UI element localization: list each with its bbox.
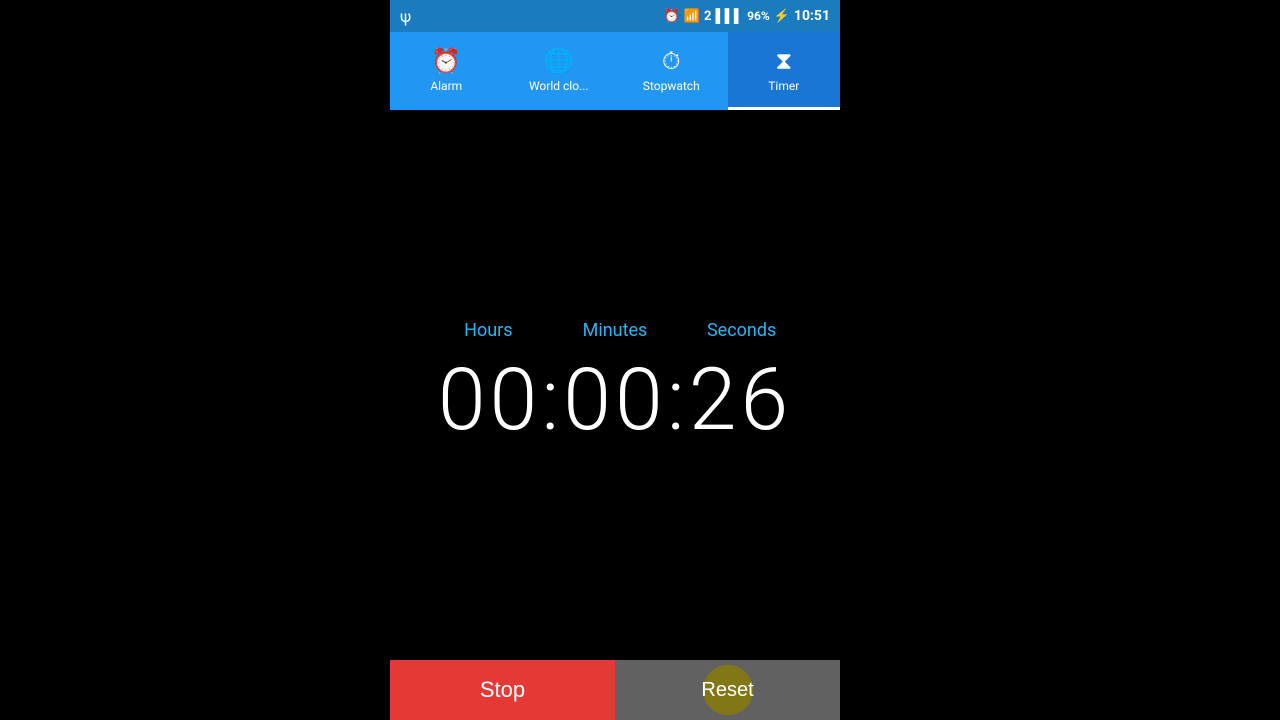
timer-icon: ⧗ [775, 47, 792, 75]
minutes-label: Minutes [565, 320, 665, 341]
phone-container: ψ ⏰ 📶 2 ▌▌▌ 96% ⚡ 10:51 ⏰ Alarm 🌐 World … [390, 0, 840, 720]
reset-label: Reset [701, 679, 753, 702]
stopwatch-label: Stopwatch [643, 79, 700, 93]
hours-label: Hours [438, 320, 538, 341]
alarm-icon: ⏰ [431, 47, 461, 75]
tab-bar: ⏰ Alarm 🌐 World clo... ⏱ Stopwatch ⧗ Tim… [390, 32, 840, 110]
tab-worldclock[interactable]: 🌐 World clo... [503, 32, 616, 110]
stopwatch-icon: ⏱ [662, 47, 681, 75]
reset-button[interactable]: Reset [615, 660, 840, 720]
status-bar: ψ ⏰ 📶 2 ▌▌▌ 96% ⚡ 10:51 [390, 0, 840, 32]
charging-icon: ⚡ [774, 9, 790, 24]
timer-labels: Hours Minutes Seconds [425, 320, 805, 341]
battery-percent: 96% [747, 9, 770, 23]
status-left: ψ [400, 7, 411, 26]
worldclock-icon: 🌐 [544, 47, 574, 75]
usb-icon: ψ [400, 7, 411, 26]
wifi-icon: 📶 [684, 9, 700, 24]
tab-alarm[interactable]: ⏰ Alarm [390, 32, 503, 110]
worldclock-label: World clo... [529, 79, 589, 93]
tab-stopwatch[interactable]: ⏱ Stopwatch [615, 32, 728, 110]
status-right: ⏰ 📶 2 ▌▌▌ 96% ⚡ 10:51 [664, 8, 830, 24]
alarm-status-icon: ⏰ [664, 9, 680, 24]
timer-label: Timer [768, 79, 799, 93]
bottom-buttons: Stop Reset [390, 660, 840, 720]
sim-icon: 2 [704, 9, 711, 24]
seconds-label: Seconds [692, 320, 792, 341]
stop-button[interactable]: Stop [390, 660, 615, 720]
tab-timer[interactable]: ⧗ Timer [728, 32, 841, 110]
status-time: 10:51 [794, 8, 830, 24]
timer-display: 00:00:26 [438, 349, 792, 450]
alarm-label: Alarm [430, 79, 462, 93]
timer-main: Hours Minutes Seconds 00:00:26 [390, 110, 840, 660]
signal-icon: ▌▌▌ [715, 8, 743, 24]
